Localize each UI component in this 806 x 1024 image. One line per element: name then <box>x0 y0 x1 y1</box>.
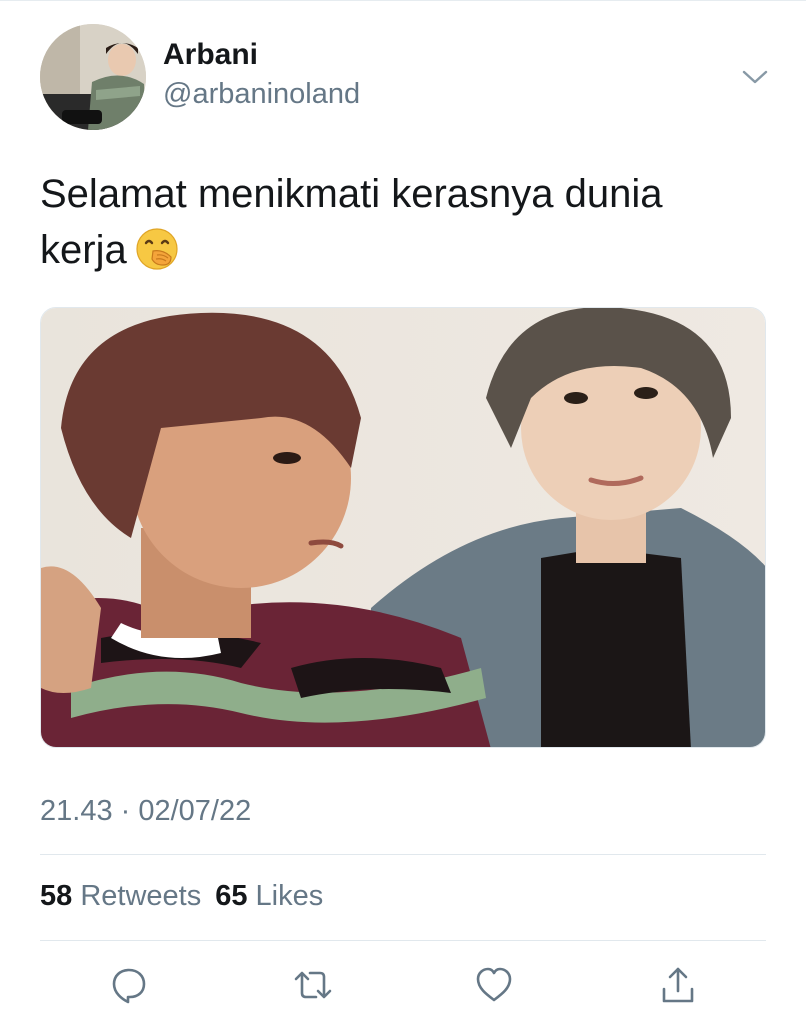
photo-two-people <box>41 308 765 747</box>
reply-icon <box>112 968 146 1004</box>
tweet-text: Selamat menikmati kerasnya dunia kerja <box>40 166 760 278</box>
divider <box>40 940 766 941</box>
top-divider <box>0 0 806 1</box>
retweet-icon <box>294 971 332 999</box>
retweets-count: 58 <box>40 880 73 912</box>
author-handle[interactable]: @arbaninoland <box>163 78 360 111</box>
tweet-action-bar <box>0 962 806 1008</box>
author-display-name[interactable]: Arbani <box>163 38 258 72</box>
divider <box>40 854 766 855</box>
likes-count: 65 <box>215 880 248 912</box>
share-button[interactable] <box>655 962 701 1008</box>
more-options-chevron-icon[interactable] <box>738 64 772 88</box>
tweet-photo[interactable] <box>40 307 766 748</box>
retweets-stat[interactable]: 58 Retweets <box>40 880 201 912</box>
retweet-button[interactable] <box>290 962 336 1008</box>
face-with-hand-over-mouth-icon <box>135 227 179 271</box>
tweet-text-content: Selamat menikmati kerasnya dunia kerja <box>40 172 663 272</box>
likes-stat[interactable]: 65 Likes <box>215 880 323 912</box>
share-icon <box>662 967 694 1003</box>
avatar[interactable] <box>40 24 146 130</box>
tweet-timestamp[interactable]: 21.43 · 02/07/22 <box>40 795 251 828</box>
avatar-photo <box>40 24 146 130</box>
likes-label: Likes <box>255 880 324 912</box>
reply-button[interactable] <box>106 962 152 1008</box>
engagement-stats: 58 Retweets 65 Likes <box>40 880 323 913</box>
retweets-label: Retweets <box>80 880 202 912</box>
like-button[interactable] <box>471 962 517 1008</box>
heart-icon <box>476 967 512 1002</box>
